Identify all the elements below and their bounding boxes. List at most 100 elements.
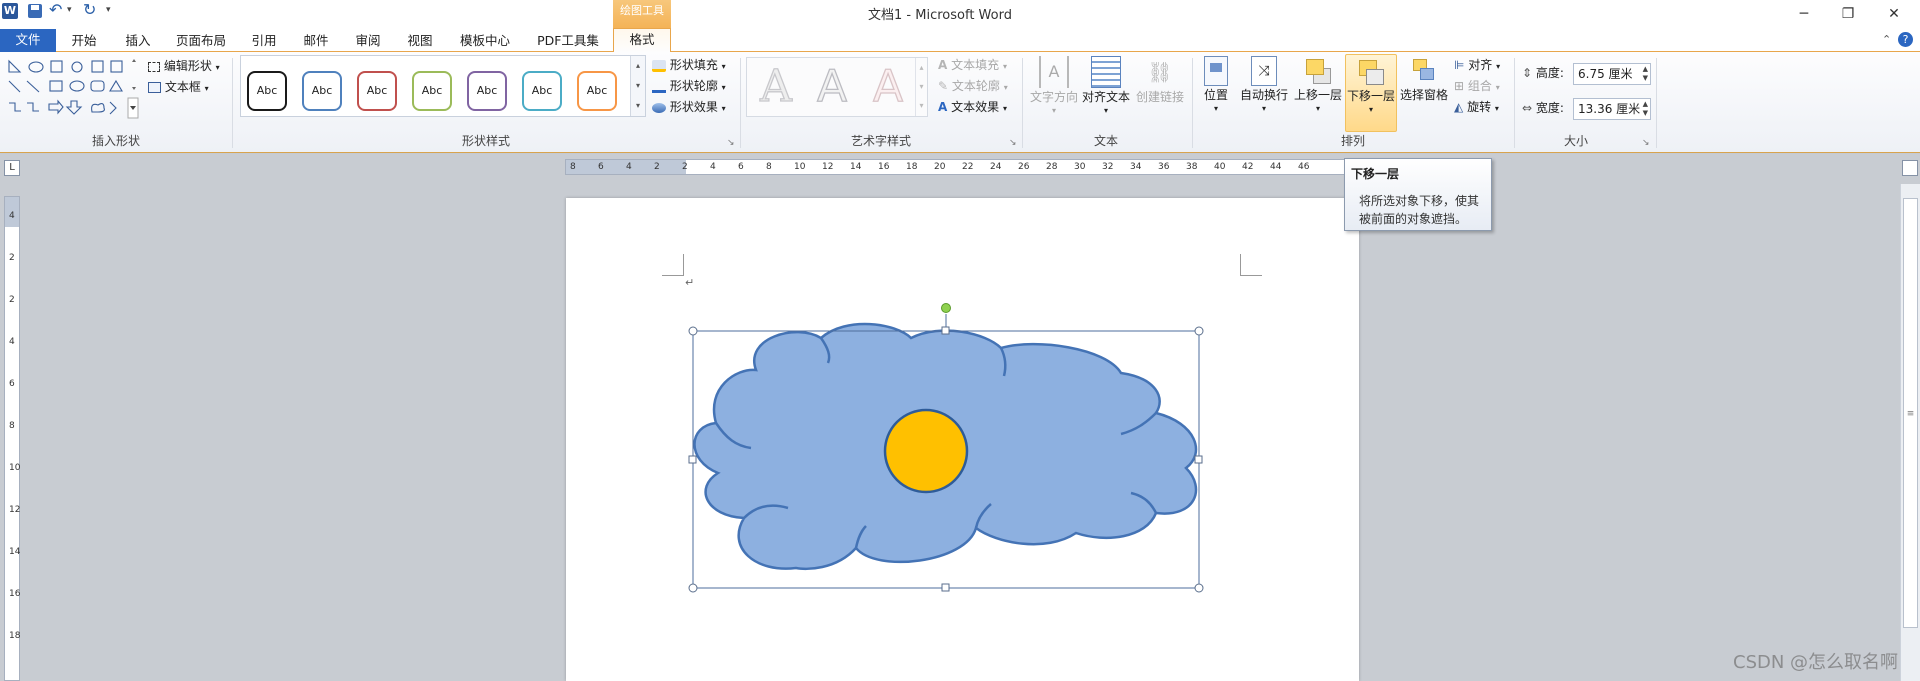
yellow-circle-shape[interactable]	[883, 408, 969, 494]
undo-dropdown-arrow[interactable]: ▾	[67, 5, 72, 15]
shape-outline-button[interactable]: 形状轮廓 ▾	[652, 76, 726, 96]
height-spinner[interactable]: ▲ ▼	[1643, 65, 1648, 83]
selection-pane-button[interactable]: 选择窗格	[1398, 54, 1450, 102]
shape-styles-gallery[interactable]: Abc Abc Abc Abc Abc Abc Abc ▴ ▾ ▾	[240, 55, 646, 117]
edit-shape-label: 编辑形状	[163, 59, 212, 73]
wordart-style-3: A	[872, 61, 904, 112]
tab-insert[interactable]: 插入	[118, 30, 158, 52]
bring-forward-icon	[1304, 56, 1332, 86]
width-row: ⇔ 宽度:	[1522, 98, 1564, 118]
shape-style-1[interactable]: Abc	[247, 71, 287, 111]
height-input[interactable]: 6.75 厘米 ▲ ▼	[1573, 63, 1651, 85]
ruler-number: 28	[1046, 162, 1058, 172]
width-spinner[interactable]: ▲ ▼	[1643, 100, 1648, 118]
tab-selector[interactable]: L	[4, 160, 20, 176]
vertical-scrollbar[interactable]: ≡	[1900, 184, 1920, 681]
ribbon-format: 编辑形状 ▾ 文本框 ▾ 插入形状 Abc Abc Abc Abc Abc Ab…	[0, 52, 1920, 153]
tab-home[interactable]: 开始	[64, 30, 104, 52]
text-outline-label: 文本轮廓	[951, 79, 1000, 93]
dialog-launcher-icon[interactable]: ↘	[727, 138, 735, 148]
save-icon[interactable]	[28, 4, 42, 18]
ruler-number: 40	[1214, 162, 1226, 172]
bring-forward-button[interactable]: 上移一层 ▾	[1292, 54, 1344, 116]
tooltip-body-line1: 将所选对象下移，使其	[1359, 194, 1480, 208]
shape-style-5[interactable]: Abc	[467, 71, 507, 111]
horizontal-ruler[interactable]: 8 6 4 2 2 4 6 8 10 12 14 16 18 20 22 24 26 28 30 32 34 36 38 40…	[565, 159, 1345, 175]
shapes-gallery[interactable]	[6, 58, 140, 120]
tab-references[interactable]: 引用	[244, 30, 284, 52]
shape-style-6[interactable]: Abc	[522, 71, 562, 111]
tab-pdf-tools[interactable]: PDF工具集	[532, 30, 604, 52]
chain-link-icon: ⛓	[1147, 60, 1173, 84]
group-icon: ⊞	[1454, 79, 1465, 93]
shape-style-2[interactable]: Abc	[302, 71, 342, 111]
align-button[interactable]: ⊫ 对齐 ▾	[1454, 55, 1500, 75]
shapes-gallery-icons[interactable]	[6, 58, 140, 120]
undo-icon[interactable]: ↶	[49, 0, 62, 19]
textbox-label: 文本框	[164, 80, 201, 94]
customize-quick-access-icon[interactable]: ▾	[106, 5, 111, 15]
ruler-number: 2	[682, 162, 688, 172]
tab-view[interactable]: 视图	[400, 30, 440, 52]
width-value: 13.36 厘米	[1578, 102, 1641, 116]
group-label-insert-shapes: 插入形状	[91, 134, 140, 148]
shape-style-4[interactable]: Abc	[412, 71, 452, 111]
wrap-text-button[interactable]: ⤨ 自动换行 ▾	[1238, 54, 1290, 116]
width-input[interactable]: 13.36 厘米 ▲ ▼	[1573, 98, 1651, 120]
dialog-launcher-icon[interactable]: ↘	[1009, 138, 1017, 148]
tab-template-center[interactable]: 模板中心	[452, 30, 518, 52]
wrap-text-icon: ⤨	[1251, 56, 1277, 86]
tab-format[interactable]: 格式	[613, 28, 671, 53]
tab-review[interactable]: 审阅	[348, 30, 388, 52]
rotation-handle[interactable]	[941, 303, 951, 313]
shape-effects-button[interactable]: 形状效果 ▾	[652, 97, 726, 117]
ruler-number: 4	[710, 162, 716, 172]
minimize-ribbon-icon[interactable]: ⌃	[1882, 33, 1891, 46]
rotate-button[interactable]: ◭ 旋转 ▾	[1454, 97, 1499, 117]
document-page[interactable]: ↵	[566, 198, 1359, 681]
redo-icon[interactable]: ↻	[83, 0, 96, 19]
height-label: 高度:	[1535, 66, 1564, 80]
tab-mailings[interactable]: 邮件	[296, 30, 336, 52]
edit-shape-button[interactable]: 编辑形状 ▾	[148, 56, 220, 76]
group-button: ⊞ 组合 ▾	[1454, 79, 1500, 93]
ruler-number: 10	[794, 162, 806, 172]
ruler-number: 36	[1158, 162, 1170, 172]
textbox-button[interactable]: 文本框 ▾	[148, 77, 209, 97]
text-direction-label: 文字方向	[1029, 90, 1078, 104]
help-icon[interactable]: ?	[1898, 32, 1913, 47]
minimize-button[interactable]: ─	[1782, 2, 1826, 26]
word-app-icon[interactable]: W	[2, 3, 18, 19]
selection-pane-label: 选择窗格	[1399, 88, 1448, 102]
vertical-ruler[interactable]: 4 2 2 4 6 8 10 12 14 16 18	[4, 196, 20, 681]
position-button[interactable]: 位置 ▾	[1196, 54, 1236, 116]
restore-button[interactable]: ❐	[1826, 2, 1870, 26]
gallery-scroll[interactable]: ▴ ▾ ▾	[630, 56, 645, 116]
ruler-number: 16	[9, 589, 21, 599]
text-direction-button: A 文字方向 ▾	[1028, 54, 1080, 118]
dialog-launcher-icon[interactable]: ↘	[1642, 138, 1650, 148]
text-effects-button[interactable]: A 文本效果 ▾	[938, 97, 1007, 117]
shape-fill-button[interactable]: 形状填充 ▾	[652, 55, 726, 75]
align-text-button[interactable]: 对齐文本 ▾	[1080, 54, 1132, 118]
shape-style-3[interactable]: Abc	[357, 71, 397, 111]
width-icon: ⇔	[1522, 101, 1533, 115]
ruler-number: 22	[962, 162, 974, 172]
send-backward-button[interactable]: 下移一层 ▾	[1345, 54, 1397, 132]
watermark-text: CSDN @怎么取名啊	[1733, 652, 1899, 673]
tab-file[interactable]: 文件	[0, 29, 56, 52]
group-separator	[1656, 58, 1657, 148]
height-icon: ⇕	[1522, 66, 1533, 80]
tab-page-layout[interactable]: 页面布局	[168, 30, 234, 52]
shape-style-7[interactable]: Abc	[577, 71, 617, 111]
title-bar: W ↶ ▾ ↻ ▾ 绘图工具 文档1 - Microsoft Word ─ ❐ …	[0, 0, 1920, 28]
ruler-number: 2	[9, 295, 15, 305]
ruler-number: 6	[738, 162, 744, 172]
text-effects-icon: A	[938, 100, 948, 114]
send-backward-icon	[1357, 57, 1385, 87]
view-ruler-icon[interactable]	[1902, 160, 1918, 176]
scroll-thumb[interactable]: ≡	[1903, 198, 1918, 628]
shape-canvas[interactable]	[566, 198, 1359, 681]
close-button[interactable]: ✕	[1872, 2, 1916, 26]
ruler-number: 8	[9, 421, 15, 431]
